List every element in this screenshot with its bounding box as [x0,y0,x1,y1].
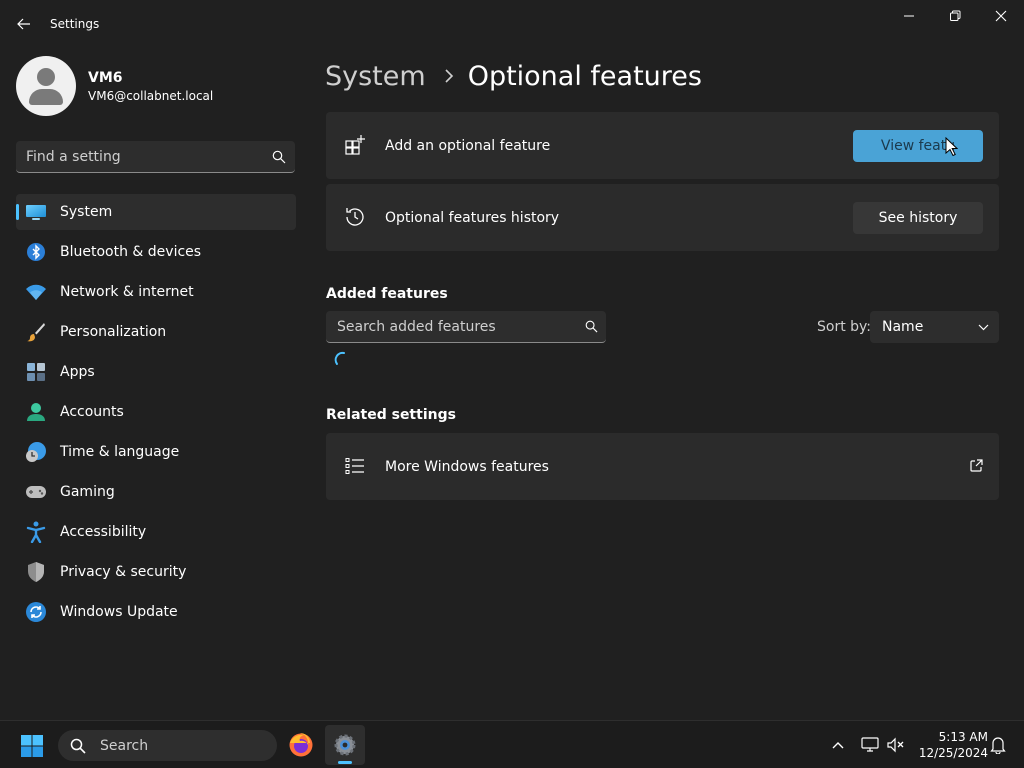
sort-by-label: Sort by: [817,319,872,335]
firefox-icon [289,733,313,757]
update-icon [24,600,48,624]
sidebar-item-system[interactable]: System [16,194,296,230]
user-profile[interactable]: VM6 VM6@collabnet.local [16,56,213,116]
minimize-icon [904,15,914,17]
breadcrumb: System Optional features [325,58,702,94]
page-title: Optional features [467,60,702,92]
back-button[interactable] [10,10,38,38]
restore-button[interactable] [932,0,978,32]
show-hidden-icons-button[interactable] [826,721,850,768]
close-button[interactable] [978,0,1024,32]
optional-features-history-card: Optional features history See history [326,184,999,251]
taskbar-search[interactable]: Search [58,730,277,761]
network-icon [861,737,879,752]
volume-button[interactable] [884,721,908,768]
monitor-icon [24,200,48,224]
profile-email: VM6@collabnet.local [88,88,214,103]
taskbar: Search 5:13 AM 12/25/2024 [0,720,1024,768]
find-setting-box [16,141,295,173]
taskbar-firefox[interactable] [281,725,321,765]
taskbar-clock[interactable]: 5:13 AM 12/25/2024 [912,729,988,761]
sidebar-item-label: System [60,204,113,220]
sort-by-value: Name [882,319,924,335]
sidebar-item-label: Privacy & security [60,564,187,580]
avatar [16,56,76,116]
app-title: Settings [50,17,100,31]
sidebar-item-network[interactable]: Network & internet [16,274,296,310]
list-icon [343,454,367,478]
back-arrow-icon [17,18,30,30]
title-bar: Settings [0,0,1024,48]
chevron-right-icon [444,69,454,83]
sidebar-item-accessibility[interactable]: Accessibility [16,514,296,550]
sort-by-dropdown[interactable]: Name [870,311,999,343]
external-link-icon [969,459,983,477]
search-icon[interactable] [576,311,606,343]
accessibility-icon [24,520,48,544]
profile-name: VM6 [88,69,123,86]
chevron-up-icon [832,742,844,749]
notifications-button[interactable] [986,721,1010,768]
sidebar-item-windows-update[interactable]: Windows Update [16,594,296,630]
search-added-features-box [326,311,606,343]
clock-time: 5:13 AM [938,730,988,744]
bell-icon [990,737,1006,754]
sidebar-item-gaming[interactable]: Gaming [16,474,296,510]
apps-icon [24,360,48,384]
search-icon[interactable] [263,141,295,173]
sidebar-item-apps[interactable]: Apps [16,354,296,390]
restore-icon [950,10,961,21]
paintbrush-icon [24,320,48,344]
more-windows-features-card[interactable]: More Windows features [326,433,999,500]
sidebar-item-label: Network & internet [60,284,194,300]
more-windows-features-label: More Windows features [385,458,549,475]
sidebar-item-label: Accounts [60,404,124,420]
sidebar-item-label: Gaming [60,484,115,500]
sidebar-item-label: Windows Update [60,604,178,620]
taskbar-settings[interactable] [325,725,365,765]
sidebar-item-time-language[interactable]: Time & language [16,434,296,470]
shield-icon [24,560,48,584]
optional-features-history-label: Optional features history [385,209,560,226]
view-features-button[interactable]: View featu [853,129,983,162]
start-button[interactable] [14,729,50,763]
bluetooth-icon [24,240,48,264]
sidebar-item-label: Bluetooth & devices [60,244,202,260]
sidebar-item-accounts[interactable]: Accounts [16,394,296,430]
sidebar-item-privacy-security[interactable]: Privacy & security [16,554,296,590]
gamepad-icon [24,480,48,504]
added-features-heading: Added features [326,286,448,302]
sidebar-item-label: Personalization [60,324,167,340]
network-status-button[interactable] [858,721,882,768]
sidebar-item-personalization[interactable]: Personalization [16,314,296,350]
mouse-cursor-icon [945,137,958,157]
sidebar-item-bluetooth[interactable]: Bluetooth & devices [16,234,296,270]
person-icon [24,400,48,424]
loading-spinner-icon [334,351,345,365]
windows-logo-icon [21,735,43,757]
related-settings-heading: Related settings [326,407,456,423]
breadcrumb-system[interactable]: System [325,61,426,92]
close-icon [995,10,1007,22]
add-apps-icon [343,133,367,157]
add-optional-feature-label: Add an optional feature [385,137,551,154]
find-setting-input[interactable] [26,148,263,165]
clock-date: 12/25/2024 [918,746,988,760]
search-icon [66,734,90,758]
search-added-features-input[interactable] [337,318,576,335]
globe-clock-icon [24,440,48,464]
add-optional-feature-card: Add an optional feature View featu [326,112,999,179]
sidebar-item-label: Apps [60,364,95,380]
wifi-icon [24,280,48,304]
sidebar-item-label: Accessibility [60,524,147,540]
see-history-button[interactable]: See history [853,201,983,234]
history-icon [343,205,367,229]
volume-muted-icon [887,737,904,753]
minimize-button[interactable] [886,0,932,32]
chevron-down-icon [967,324,999,331]
sidebar-nav: System Bluetooth & devices Network & int… [16,194,296,634]
sidebar-item-label: Time & language [60,444,180,460]
gear-icon [334,734,356,756]
taskbar-search-label: Search [100,737,149,754]
